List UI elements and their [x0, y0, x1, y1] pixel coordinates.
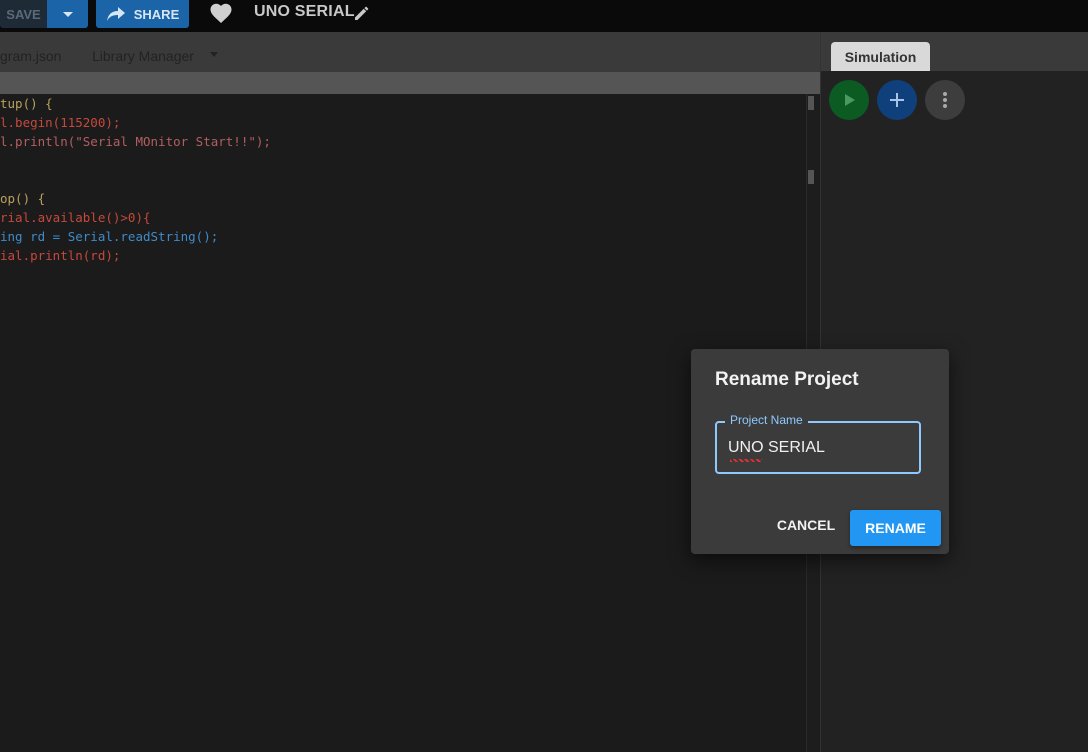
code-editor[interactable]: tup() { l.begin(115200); l.println("Seri…: [0, 94, 806, 752]
project-name-label: Project Name: [725, 413, 808, 427]
more-options-button[interactable]: [925, 80, 965, 120]
code-line-6: op() {: [0, 191, 46, 206]
tab-library-manager[interactable]: Library Manager: [92, 48, 194, 64]
project-title: UNO SERIAL: [254, 3, 355, 20]
share-label: SHARE: [133, 6, 180, 22]
save-button[interactable]: SAVE: [0, 0, 47, 28]
editor-header-strip: [0, 72, 820, 94]
plus-icon: [890, 93, 904, 107]
rename-project-dialog: Rename Project Project Name CANCEL RENAM…: [691, 349, 949, 554]
heart-icon[interactable]: [209, 2, 233, 24]
scrollbar-thumb[interactable]: [808, 170, 814, 184]
spellcheck-underline: [730, 459, 762, 462]
share-icon: [106, 7, 125, 21]
scrollbar-marker: [808, 96, 814, 110]
start-simulation-button[interactable]: [829, 80, 869, 120]
chevron-down-icon: [62, 11, 73, 17]
add-part-button[interactable]: [877, 80, 917, 120]
share-button[interactable]: SHARE: [96, 0, 189, 28]
editor-tab-bar: gram.json Library Manager: [0, 32, 820, 72]
more-vertical-icon: [943, 92, 947, 108]
tab-menu-dropdown-icon[interactable]: [210, 52, 218, 57]
code-line-9: ial.println(rd);: [0, 248, 121, 263]
project-name-field[interactable]: Project Name: [715, 413, 921, 474]
rename-button[interactable]: RENAME: [850, 510, 941, 546]
code-line-2: l.begin(115200);: [0, 115, 121, 130]
code-line-8: ing rd = Serial.readString();: [0, 229, 219, 244]
play-icon: [845, 94, 855, 106]
top-toolbar: SAVE SHARE UNO SERIAL: [0, 0, 1088, 32]
simulation-header: Simulation: [821, 32, 1088, 71]
code-line-3: l.println("Serial MOnitor Start!!");: [0, 134, 271, 149]
save-options-button[interactable]: [47, 0, 88, 28]
tab-diagram-json[interactable]: gram.json: [0, 48, 61, 64]
project-name-input[interactable]: [728, 439, 908, 457]
code-line-7: rial.available()>0){: [0, 210, 151, 225]
dialog-title: Rename Project: [715, 369, 859, 390]
tab-simulation[interactable]: Simulation: [831, 42, 930, 71]
code-line-1: tup() {: [0, 96, 53, 111]
edit-pencil-icon[interactable]: [352, 3, 372, 23]
cancel-button[interactable]: CANCEL: [773, 511, 839, 539]
